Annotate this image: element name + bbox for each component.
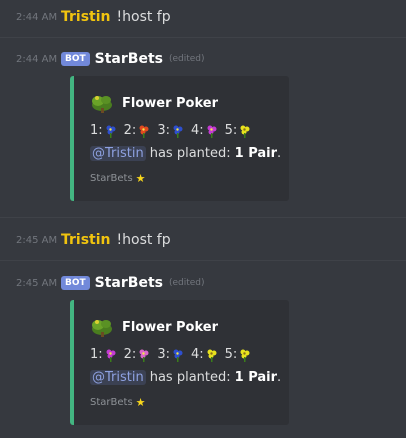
bot-message-header: 2:44 AM BOT StarBets (edited): [16, 48, 205, 70]
message-text: !host fp: [116, 9, 171, 25]
hand-result: 1 Pair: [234, 146, 278, 161]
flower-purple-icon: [207, 125, 217, 138]
flower-row: 1: 2: 3: 4: 5:: [90, 347, 252, 362]
embed-footer: StarBets ★: [90, 172, 146, 185]
timestamp: 2:44 AM: [16, 53, 58, 65]
flower-pink-icon: [139, 349, 149, 362]
flower-blue-icon: [173, 349, 183, 362]
message-divider: [0, 217, 406, 218]
flower-row: 1: 2: 3: 4: 5:: [90, 123, 252, 138]
footer-text: StarBets: [90, 173, 133, 184]
flower-yellow-icon: [240, 125, 250, 138]
message-divider: [0, 37, 406, 38]
flower-number: 1:: [90, 347, 103, 362]
message-row: 2:45 AM Tristin !host fp: [16, 229, 171, 251]
hand-result: 1 Pair: [234, 370, 278, 385]
embed-card: Flower Poker 1: 2: 3: 4: 5: @Tristin has…: [70, 300, 289, 425]
flower-number: 4:: [190, 123, 204, 138]
flower-blue-icon: [106, 125, 116, 138]
flower-red-icon: [139, 125, 149, 138]
edited-label: (edited): [168, 278, 205, 288]
edited-label: (edited): [168, 54, 205, 64]
flower-yellow-icon: [240, 349, 250, 362]
result-line: @Tristin has planted: 1 Pair .: [90, 370, 281, 385]
timestamp: 2:44 AM: [16, 11, 58, 23]
user-mention[interactable]: @Tristin: [90, 146, 146, 161]
footer-text: StarBets: [90, 397, 133, 408]
embed-title: Flower Poker: [90, 92, 218, 114]
embed-title-text: Flower Poker: [122, 319, 219, 335]
user-mention[interactable]: @Tristin: [90, 370, 146, 385]
period: .: [277, 146, 282, 161]
message-text: !host fp: [116, 232, 171, 248]
flower-purple-icon: [106, 349, 116, 362]
bot-message-header: 2:45 AM BOT StarBets (edited): [16, 272, 205, 294]
flower-number: 1:: [90, 123, 103, 138]
timestamp: 2:45 AM: [16, 277, 58, 289]
message-divider: [0, 260, 406, 261]
planted-text: has planted:: [149, 146, 231, 161]
bot-badge: BOT: [61, 276, 90, 290]
flower-number: 5:: [224, 123, 238, 138]
embed-footer: StarBets ★: [90, 396, 146, 409]
star-icon: ★: [135, 172, 146, 185]
flower-number: 3:: [157, 347, 170, 362]
bot-username[interactable]: StarBets: [95, 51, 163, 67]
bush-icon: [92, 320, 112, 337]
embed-accent-bar: [70, 76, 74, 201]
flower-number: 2:: [123, 347, 137, 362]
flower-number: 4:: [190, 347, 204, 362]
flower-yellow-icon: [207, 349, 217, 362]
embed-title: Flower Poker: [90, 316, 218, 338]
username[interactable]: Tristin: [61, 232, 111, 248]
bot-username[interactable]: StarBets: [95, 275, 163, 291]
bot-badge: BOT: [61, 52, 90, 66]
timestamp: 2:45 AM: [16, 234, 58, 246]
flower-blue-icon: [173, 125, 183, 138]
result-line: @Tristin has planted: 1 Pair .: [90, 146, 281, 161]
embed-card: Flower Poker 1: 2: 3: 4: 5: @Tristin has…: [70, 76, 289, 201]
star-icon: ★: [135, 396, 146, 409]
period: .: [277, 370, 282, 385]
bush-icon: [92, 96, 112, 113]
flower-number: 2:: [123, 123, 137, 138]
flower-number: 3:: [157, 123, 170, 138]
flower-number: 5:: [224, 347, 238, 362]
username[interactable]: Tristin: [61, 9, 111, 25]
embed-title-text: Flower Poker: [122, 95, 219, 111]
planted-text: has planted:: [149, 370, 231, 385]
message-row: 2:44 AM Tristin !host fp: [16, 6, 171, 28]
embed-accent-bar: [70, 300, 74, 425]
